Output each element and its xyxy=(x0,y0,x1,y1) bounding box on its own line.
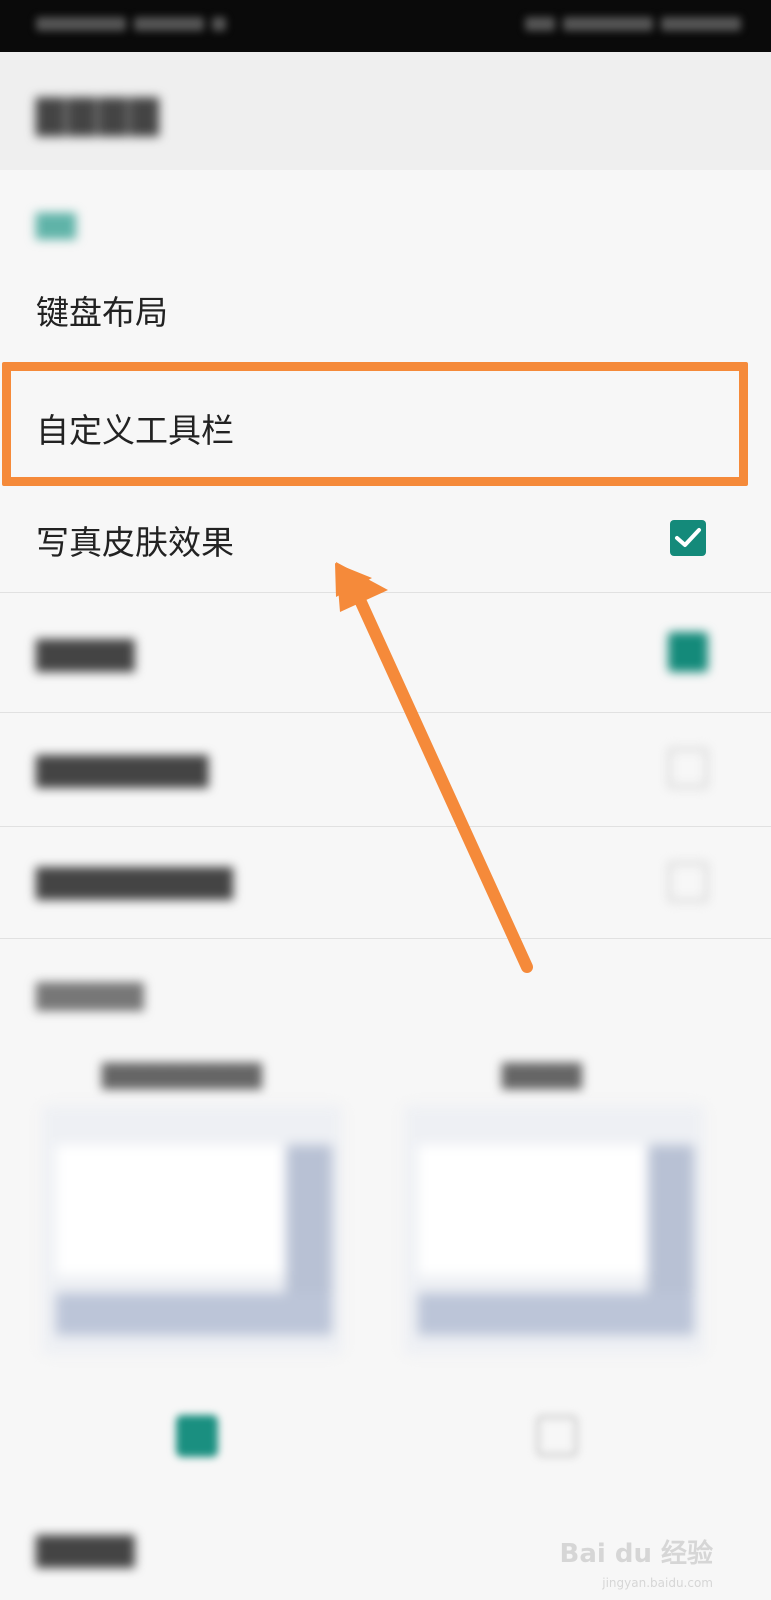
annotation-arrow xyxy=(335,562,533,973)
baidu-watermark-url: jingyan.baidu.com xyxy=(602,1576,713,1590)
baidu-watermark: Bai du 经验 xyxy=(559,1539,714,1569)
